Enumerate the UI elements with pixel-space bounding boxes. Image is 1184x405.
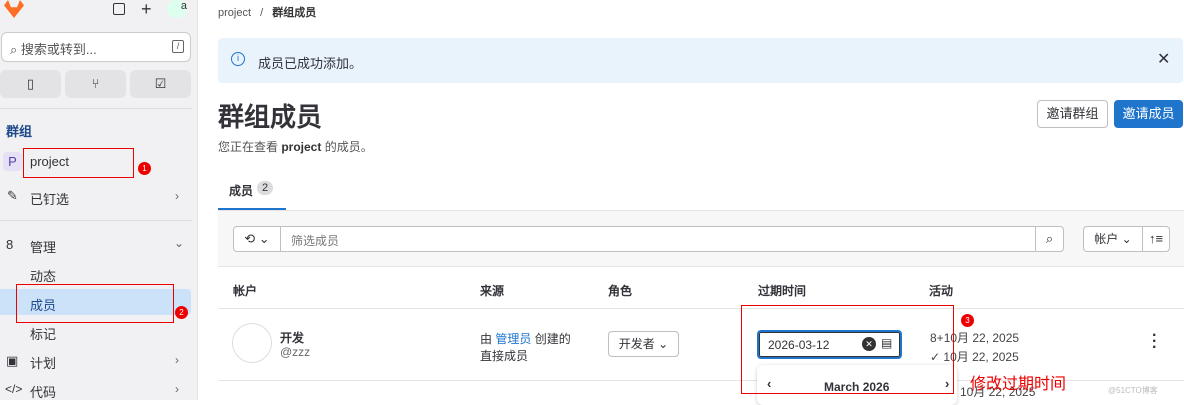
history-dropdown[interactable]: ⟲ ⌄ bbox=[233, 226, 281, 252]
sidebar-item-plan[interactable]: 计划 bbox=[30, 353, 56, 372]
annotation-badge: 3 bbox=[961, 314, 974, 327]
chevron-right-icon: › bbox=[175, 189, 179, 203]
invite-group-button[interactable]: 邀请群组 bbox=[1037, 100, 1108, 128]
users-icon: 8 bbox=[6, 237, 14, 252]
todo-button[interactable]: ☑ bbox=[130, 70, 191, 98]
avatar[interactable] bbox=[232, 323, 272, 363]
group-heading: 群组 bbox=[6, 124, 33, 139]
tab-members[interactable]: 成员 2 bbox=[218, 174, 286, 210]
pin-icon: ✎ bbox=[7, 188, 18, 203]
avatar[interactable]: a bbox=[167, 0, 187, 18]
filter-input[interactable]: 筛选成员 bbox=[280, 226, 1036, 252]
issues-button[interactable]: ▯ bbox=[0, 70, 61, 98]
breadcrumb-root[interactable]: project bbox=[218, 7, 251, 19]
chevron-down-icon: ⌄ bbox=[174, 236, 185, 250]
plus-icon[interactable]: + bbox=[141, 0, 152, 20]
search-input[interactable]: ⌕ 搜索或转到... / bbox=[1, 32, 191, 62]
column-header: 角色 bbox=[608, 284, 633, 298]
merge-requests-button[interactable]: ⑂ bbox=[65, 70, 126, 98]
chevron-right-icon: › bbox=[175, 353, 179, 367]
sidebar-item-code[interactable]: 代码 bbox=[30, 382, 56, 401]
sort-direction-button[interactable]: ↑≡ bbox=[1142, 226, 1170, 252]
member-username: @zzz bbox=[280, 345, 311, 359]
annotation-box bbox=[741, 305, 954, 394]
annotation-badge: 2 bbox=[175, 306, 188, 319]
sort-dropdown[interactable]: 帐户 ⌄ bbox=[1083, 226, 1143, 252]
page-subtitle: 您正在查看 project 的成员。 bbox=[218, 140, 373, 154]
column-header: 帐户 bbox=[233, 284, 258, 298]
success-alert: i 成员已成功添加。 ✕ bbox=[218, 38, 1183, 83]
annotation-box bbox=[23, 148, 134, 178]
chevron-right-icon: › bbox=[175, 382, 179, 396]
column-header: 过期时间 bbox=[758, 284, 807, 298]
gitlab-logo[interactable] bbox=[4, 0, 24, 18]
watermark: @51CTO博客 bbox=[1108, 386, 1158, 395]
sidebar-item-labels[interactable]: 标记 bbox=[30, 324, 56, 343]
count-badge: 2 bbox=[257, 181, 274, 195]
code-icon: </> bbox=[5, 382, 23, 396]
breadcrumb-current[interactable]: 群组成员 bbox=[272, 7, 316, 19]
project-avatar: P bbox=[3, 152, 22, 171]
invite-members-button[interactable]: 邀请成员 bbox=[1114, 100, 1183, 128]
role-dropdown[interactable]: 开发者 ⌄ bbox=[608, 331, 679, 357]
close-icon[interactable]: ✕ bbox=[1157, 49, 1170, 69]
sidebar: + a ⌕ 搜索或转到... / ▯ ⑂ ☑ 群组 P project ✎ 已钉选… bbox=[0, 0, 198, 400]
search-button[interactable]: ⌕ bbox=[1035, 226, 1064, 252]
annotation-note: 修改过期时间 bbox=[970, 374, 1067, 393]
source-link[interactable]: 管理员 bbox=[495, 332, 531, 346]
divider bbox=[218, 308, 1184, 309]
sidebar-item-activity[interactable]: 动态 bbox=[30, 266, 56, 285]
annotation-badge: 1 bbox=[138, 162, 151, 175]
sidebar-item-manage[interactable]: 管理 bbox=[30, 237, 56, 256]
sidebar-toggle-icon[interactable] bbox=[113, 3, 125, 15]
sidebar-item-pinned[interactable]: 已钉选 bbox=[30, 189, 69, 208]
source: 由 管理员 创建的 直接成员 bbox=[480, 332, 571, 363]
breadcrumb: project / 群组成员 bbox=[218, 7, 317, 19]
annotation-box bbox=[16, 284, 174, 323]
member-name[interactable]: 开发 bbox=[280, 329, 304, 346]
page-title: 群组成员 bbox=[218, 102, 323, 132]
divider bbox=[0, 220, 192, 221]
column-header: 活动 bbox=[929, 284, 954, 298]
info-icon: i bbox=[231, 52, 245, 66]
column-header: 来源 bbox=[480, 284, 505, 298]
calendar-icon: ▣ bbox=[6, 353, 19, 368]
divider bbox=[0, 108, 192, 109]
more-actions-icon[interactable]: · · · bbox=[1152, 328, 1157, 356]
